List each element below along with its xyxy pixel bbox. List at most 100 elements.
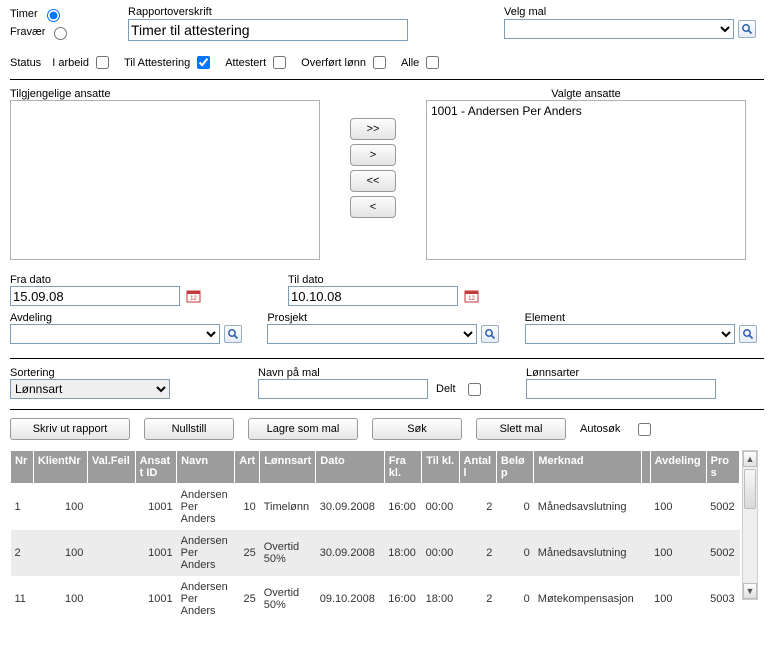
table-cell — [87, 484, 135, 531]
table-row[interactable]: 11001001Andersen Per Anders10Timelønn30.… — [11, 484, 740, 531]
til-dato-input[interactable] — [288, 286, 458, 306]
table-cell: 100 — [650, 484, 706, 531]
mode-timer-radio[interactable] — [47, 9, 60, 22]
table-header[interactable]: Merknad — [534, 451, 642, 484]
prosjekt-search-icon[interactable] — [481, 325, 499, 343]
lonnsarter-input[interactable] — [526, 379, 716, 399]
move-one-right-button[interactable]: > — [350, 144, 396, 166]
status-tilatt-label: Til Attestering — [124, 57, 190, 69]
table-cell: 00:00 — [422, 484, 459, 531]
scroll-down-icon[interactable]: ▼ — [743, 583, 757, 599]
lagre-som-mal-button[interactable]: Lagre som mal — [248, 418, 358, 440]
table-cell: 2 — [459, 530, 496, 576]
table-header[interactable]: Pros — [706, 451, 739, 484]
table-cell — [642, 576, 650, 622]
fra-dato-label: Fra dato — [10, 274, 270, 286]
table-cell — [642, 484, 650, 531]
table-cell: Månedsavslutning — [534, 530, 642, 576]
table-header[interactable]: Ansatt ID — [135, 451, 177, 484]
table-cell: 25 — [235, 530, 260, 576]
sok-button[interactable]: Søk — [372, 418, 462, 440]
velg-mal-select[interactable] — [504, 19, 734, 39]
table-cell — [642, 530, 650, 576]
element-search-icon[interactable] — [739, 325, 757, 343]
status-alle-checkbox[interactable] — [426, 56, 439, 69]
table-cell: Andersen Per Anders — [177, 530, 235, 576]
table-header[interactable]: Navn — [177, 451, 235, 484]
available-label: Tilgjengelige ansatte — [10, 88, 111, 100]
results-table: NrKlientNrVal.FeilAnsatt IDNavnArtLønnsa… — [10, 450, 740, 622]
status-iarbeid-label: I arbeid — [52, 57, 89, 69]
delt-label: Delt — [436, 383, 456, 395]
table-row[interactable]: 21001001Andersen Per Anders25Overtid 50%… — [11, 530, 740, 576]
rapportoverskrift-input[interactable] — [128, 19, 408, 41]
move-one-left-button[interactable]: < — [350, 196, 396, 218]
table-cell: 16:00 — [384, 484, 421, 531]
table-header[interactable]: Avdeling — [650, 451, 706, 484]
table-cell: 100 — [33, 576, 87, 622]
fra-dato-calendar-icon[interactable]: 12 — [184, 287, 202, 305]
table-header[interactable]: Art — [235, 451, 260, 484]
status-iarbeid-checkbox[interactable] — [96, 56, 109, 69]
til-dato-calendar-icon[interactable]: 12 — [462, 287, 480, 305]
sortering-label: Sortering — [10, 367, 240, 379]
move-all-left-button[interactable]: << — [350, 170, 396, 192]
list-item[interactable]: 1001 - Andersen Per Anders — [431, 103, 741, 119]
table-scrollbar[interactable]: ▲ ▼ — [742, 450, 758, 600]
selected-listbox[interactable]: 1001 - Andersen Per Anders — [426, 100, 746, 260]
velg-mal-label: Velg mal — [504, 6, 764, 18]
table-cell: 5002 — [706, 530, 739, 576]
table-header[interactable]: Val.Feil — [87, 451, 135, 484]
table-header[interactable]: Nr — [11, 451, 34, 484]
avdeling-select[interactable] — [10, 324, 220, 344]
scroll-up-icon[interactable]: ▲ — [743, 451, 757, 467]
slett-mal-button[interactable]: Slett mal — [476, 418, 566, 440]
table-header[interactable]: Til kl. — [422, 451, 459, 484]
nullstill-button[interactable]: Nullstill — [144, 418, 234, 440]
element-select[interactable] — [525, 324, 735, 344]
prosjekt-select[interactable] — [267, 324, 477, 344]
table-cell: 0 — [496, 576, 533, 622]
lonnsarter-label: Lønnsarter — [526, 367, 726, 379]
table-row[interactable]: 111001001Andersen Per Anders25Overtid 50… — [11, 576, 740, 622]
status-attestert-label: Attestert — [225, 57, 266, 69]
table-header[interactable]: Dato — [316, 451, 385, 484]
table-cell: 2 — [459, 576, 496, 622]
malnavn-input[interactable] — [258, 379, 428, 399]
table-cell: Andersen Per Anders — [177, 484, 235, 531]
table-header[interactable]: Fra kl. — [384, 451, 421, 484]
table-cell: Månedsavslutning — [534, 484, 642, 531]
table-header[interactable] — [642, 451, 650, 484]
status-tilatt-checkbox[interactable] — [197, 56, 210, 69]
table-cell: 100 — [33, 530, 87, 576]
status-attestert-checkbox[interactable] — [273, 56, 286, 69]
table-cell: 18:00 — [384, 530, 421, 576]
skriv-ut-rapport-button[interactable]: Skriv ut rapport — [10, 418, 130, 440]
table-cell: 2 — [11, 530, 34, 576]
table-header[interactable]: Lønnsart — [260, 451, 316, 484]
svg-text:12: 12 — [468, 296, 475, 302]
table-cell: Møtekompensasjon — [534, 576, 642, 622]
status-overfort-checkbox[interactable] — [373, 56, 386, 69]
sortering-select[interactable]: Lønnsart — [10, 379, 170, 399]
velg-mal-search-icon[interactable] — [738, 20, 756, 38]
move-all-right-button[interactable]: >> — [350, 118, 396, 140]
svg-text:12: 12 — [190, 296, 197, 302]
avdeling-search-icon[interactable] — [224, 325, 242, 343]
table-header[interactable]: KlientNr — [33, 451, 87, 484]
delt-checkbox[interactable] — [468, 383, 481, 396]
mode-fravaer-radio[interactable] — [54, 27, 67, 40]
table-cell: 11 — [11, 576, 34, 622]
til-dato-label: Til dato — [288, 274, 548, 286]
malnavn-label: Navn på mal — [258, 367, 508, 379]
fra-dato-input[interactable] — [10, 286, 180, 306]
table-header[interactable]: Beløp — [496, 451, 533, 484]
table-cell: 100 — [650, 576, 706, 622]
autosok-checkbox[interactable] — [638, 423, 651, 436]
table-cell: Overtid 50% — [260, 530, 316, 576]
table-cell: 5002 — [706, 484, 739, 531]
table-cell: 00:00 — [422, 530, 459, 576]
available-listbox[interactable] — [10, 100, 320, 260]
scroll-thumb[interactable] — [744, 469, 756, 509]
table-header[interactable]: Antall — [459, 451, 496, 484]
